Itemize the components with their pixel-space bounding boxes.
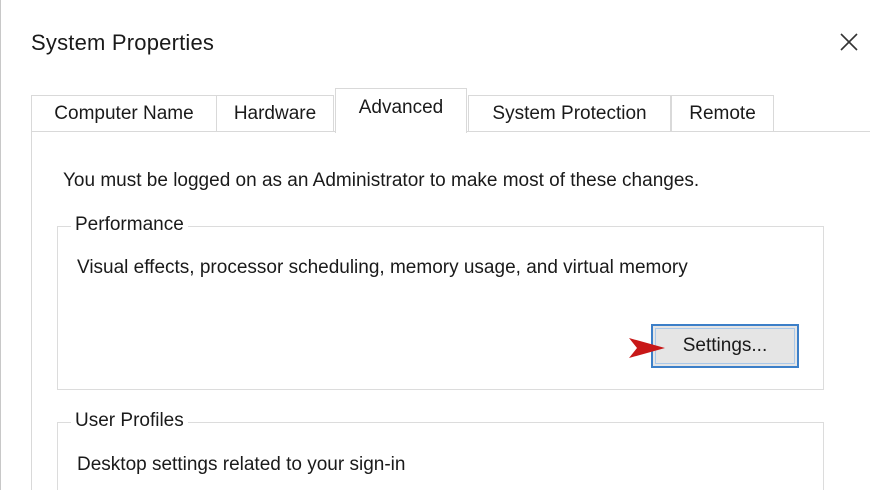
title-bar: System Properties bbox=[1, 0, 870, 84]
tab-computer-name[interactable]: Computer Name bbox=[31, 95, 217, 131]
tab-advanced[interactable]: Advanced bbox=[335, 88, 467, 133]
performance-settings-button[interactable]: Settings... bbox=[651, 324, 799, 368]
tab-remote[interactable]: Remote bbox=[671, 95, 774, 131]
user-profiles-description: Desktop settings related to your sign-in bbox=[77, 454, 406, 475]
close-button[interactable] bbox=[827, 20, 870, 64]
red-arrow-annotation bbox=[447, 338, 665, 358]
window-title: System Properties bbox=[31, 30, 215, 55]
close-icon bbox=[840, 33, 858, 51]
performance-description: Visual effects, processor scheduling, me… bbox=[77, 257, 688, 278]
system-properties-window: System Properties Computer Name Hardware… bbox=[0, 0, 870, 490]
performance-group-title: Performance bbox=[71, 214, 188, 236]
tab-hardware[interactable]: Hardware bbox=[216, 95, 334, 131]
user-profiles-group-title: User Profiles bbox=[71, 410, 188, 432]
admin-note: You must be logged on as an Administrato… bbox=[63, 170, 700, 191]
tab-system-protection[interactable]: System Protection bbox=[468, 95, 671, 131]
